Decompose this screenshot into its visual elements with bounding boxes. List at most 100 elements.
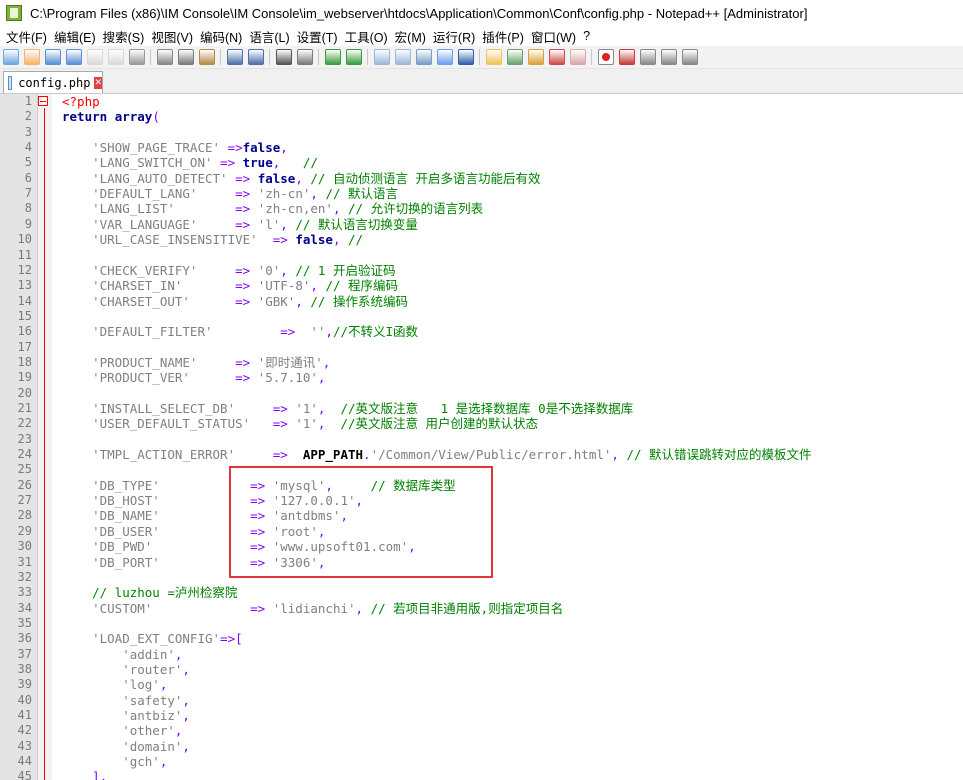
code-line[interactable]: 12 'CHECK_VERIFY' => '0', // 1 开启验证码 <box>0 263 963 278</box>
code-line[interactable]: 3 <box>0 125 963 140</box>
find-icon[interactable] <box>276 49 292 65</box>
code-line[interactable]: 18 'PRODUCT_NAME' => '即时通讯', <box>0 355 963 370</box>
code-line[interactable]: 45 ], <box>0 769 963 780</box>
function-list-icon[interactable] <box>507 49 523 65</box>
code-line[interactable]: 32 <box>0 570 963 585</box>
code-line[interactable]: 14 'CHARSET_OUT' => 'GBK', // 操作系统编码 <box>0 294 963 309</box>
sync-horizontal-icon[interactable] <box>395 49 411 65</box>
play-macro-icon[interactable] <box>640 49 656 65</box>
code-line[interactable]: 31 'DB_PORT' => '3306', <box>0 555 963 570</box>
code-line[interactable]: 11 <box>0 248 963 263</box>
close-all-icon[interactable] <box>108 49 124 65</box>
code-line[interactable]: 10 'URL_CASE_INSENSITIVE' => false, // <box>0 232 963 247</box>
menu-item-2[interactable]: 搜索(S) <box>97 27 145 46</box>
show-all-chars-icon[interactable] <box>437 49 453 65</box>
menu-item-0[interactable]: 文件(F) <box>0 27 47 46</box>
stop-macro-icon[interactable] <box>619 49 635 65</box>
code-line[interactable]: 6 'LANG_AUTO_DETECT' => false, // 自动侦测语言… <box>0 171 963 186</box>
open-file-icon[interactable] <box>24 49 40 65</box>
code-line[interactable]: 43 'domain', <box>0 739 963 754</box>
code-token: 'gch' <box>62 754 160 770</box>
close-icon[interactable] <box>87 49 103 65</box>
line-number: 45 <box>17 769 32 780</box>
menu-item-5[interactable]: 语言(L) <box>243 27 289 46</box>
record-macro-icon[interactable] <box>598 49 614 65</box>
paste-icon[interactable] <box>199 49 215 65</box>
replace-icon[interactable] <box>297 49 313 65</box>
code-line[interactable]: 34 'CUSTOM' => 'lidianchi', // 若项目非通用版,则… <box>0 601 963 616</box>
code-token: , <box>408 539 416 555</box>
code-line[interactable]: 30 'DB_PWD' => 'www.upsoft01.com', <box>0 539 963 554</box>
code-line[interactable]: 40 'safety', <box>0 693 963 708</box>
new-file-icon[interactable] <box>3 49 19 65</box>
code-line[interactable]: 26 'DB_TYPE' => 'mysql', // 数据库类型 <box>0 478 963 493</box>
code-line[interactable]: 2 return array( <box>0 109 963 124</box>
code-line[interactable]: 15 <box>0 309 963 324</box>
code-line[interactable]: 8 'LANG_LIST' => 'zh-cn,en', // 允许切换的语言列… <box>0 201 963 216</box>
code-token: , <box>310 278 326 294</box>
save-macro-icon[interactable] <box>682 49 698 65</box>
menu-item-9[interactable]: 运行(R) <box>427 27 475 46</box>
doc-map-icon[interactable] <box>486 49 502 65</box>
menu-item-6[interactable]: 设置(T) <box>291 27 338 46</box>
save-icon[interactable] <box>45 49 61 65</box>
code-line[interactable]: 5 'LANG_SWITCH_ON' => true, // <box>0 155 963 170</box>
undo-icon[interactable] <box>227 49 243 65</box>
tab-close-icon[interactable]: ✕ <box>94 76 102 89</box>
code-line[interactable]: 36 'LOAD_EXT_CONFIG'=>[ <box>0 631 963 646</box>
menu-item-4[interactable]: 编码(N) <box>194 27 242 46</box>
code-line[interactable]: 17 <box>0 340 963 355</box>
copy-icon[interactable] <box>178 49 194 65</box>
code-line[interactable]: 33 // luzhou =泸州检察院 <box>0 585 963 600</box>
menu-item-8[interactable]: 宏(M) <box>389 27 426 46</box>
code-line[interactable]: 7 'DEFAULT_LANG' => 'zh-cn', // 默认语言 <box>0 186 963 201</box>
code-line[interactable]: 24 'TMPL_ACTION_ERROR' => APP_PATH.'/Com… <box>0 447 963 462</box>
menu-item-3[interactable]: 视图(V) <box>145 27 193 46</box>
user-lang-icon[interactable] <box>549 49 565 65</box>
code-line[interactable]: 38 'router', <box>0 662 963 677</box>
run-macro-multiple-icon[interactable] <box>661 49 677 65</box>
code-line[interactable]: 44 'gch', <box>0 754 963 769</box>
menu-item-1[interactable]: 编辑(E) <box>48 27 96 46</box>
code-line[interactable]: 20 <box>0 386 963 401</box>
code-line[interactable]: 22 'USER_DEFAULT_STATUS' => '1', //英文版注意… <box>0 416 963 431</box>
menu-item-10[interactable]: 插件(P) <box>476 27 524 46</box>
code-line[interactable]: 41 'antbiz', <box>0 708 963 723</box>
code-line[interactable]: 42 'other', <box>0 723 963 738</box>
code-line[interactable]: 13 'CHARSET_IN' => 'UTF-8', // 程序编码 <box>0 278 963 293</box>
sync-vertical-icon[interactable] <box>374 49 390 65</box>
menu-item-12[interactable]: ? <box>577 29 590 43</box>
code-line[interactable]: 37 'addin', <box>0 647 963 662</box>
code-line[interactable]: 35 <box>0 616 963 631</box>
tab-config-php[interactable]: config.php ✕ <box>3 71 103 93</box>
monitor-icon[interactable] <box>570 49 586 65</box>
zoom-in-icon[interactable] <box>325 49 341 65</box>
code-token: => <box>174 201 258 217</box>
code-line[interactable]: 9 'VAR_LANGUAGE' => 'l', // 默认语言切换变量 <box>0 217 963 232</box>
save-all-icon[interactable] <box>66 49 82 65</box>
print-icon[interactable] <box>129 49 145 65</box>
code-line[interactable]: 23 <box>0 432 963 447</box>
folder-workspace-icon[interactable] <box>528 49 544 65</box>
code-line[interactable]: 27 'DB_HOST' => '127.0.0.1', <box>0 493 963 508</box>
code-line[interactable]: 16 'DEFAULT_FILTER' => '',//不转义I函数 <box>0 324 963 339</box>
code-line[interactable]: 25 <box>0 462 963 477</box>
indent-guide-icon[interactable] <box>458 49 474 65</box>
code-line[interactable]: 39 'log', <box>0 677 963 692</box>
code-line[interactable]: 1 <?php <box>0 94 963 109</box>
code-token: // 允许切换的语言列表 <box>348 201 484 217</box>
cut-icon[interactable] <box>157 49 173 65</box>
code-line[interactable]: 29 'DB_USER' => 'root', <box>0 524 963 539</box>
code-line[interactable]: 19 'PRODUCT_VER' => '5.7.10', <box>0 370 963 385</box>
menu-item-7[interactable]: 工具(O) <box>339 27 388 46</box>
code-line[interactable]: 28 'DB_NAME' => 'antdbms', <box>0 508 963 523</box>
redo-icon[interactable] <box>248 49 264 65</box>
menu-item-11[interactable]: 窗口(W) <box>525 27 576 46</box>
code-text: 'addin', <box>62 647 182 662</box>
code-line[interactable]: 4 'SHOW_PAGE_TRACE' =>false, <box>0 140 963 155</box>
zoom-out-icon[interactable] <box>346 49 362 65</box>
code-token: 'TMPL_ACTION_ERROR' <box>62 447 236 463</box>
code-line[interactable]: 21 'INSTALL_SELECT_DB' => '1', //英文版注意 1… <box>0 401 963 416</box>
word-wrap-icon[interactable] <box>416 49 432 65</box>
code-editor[interactable]: 1 <?php 2 return array(3 4 'SHOW_PAGE_TRACE'… <box>0 94 963 780</box>
